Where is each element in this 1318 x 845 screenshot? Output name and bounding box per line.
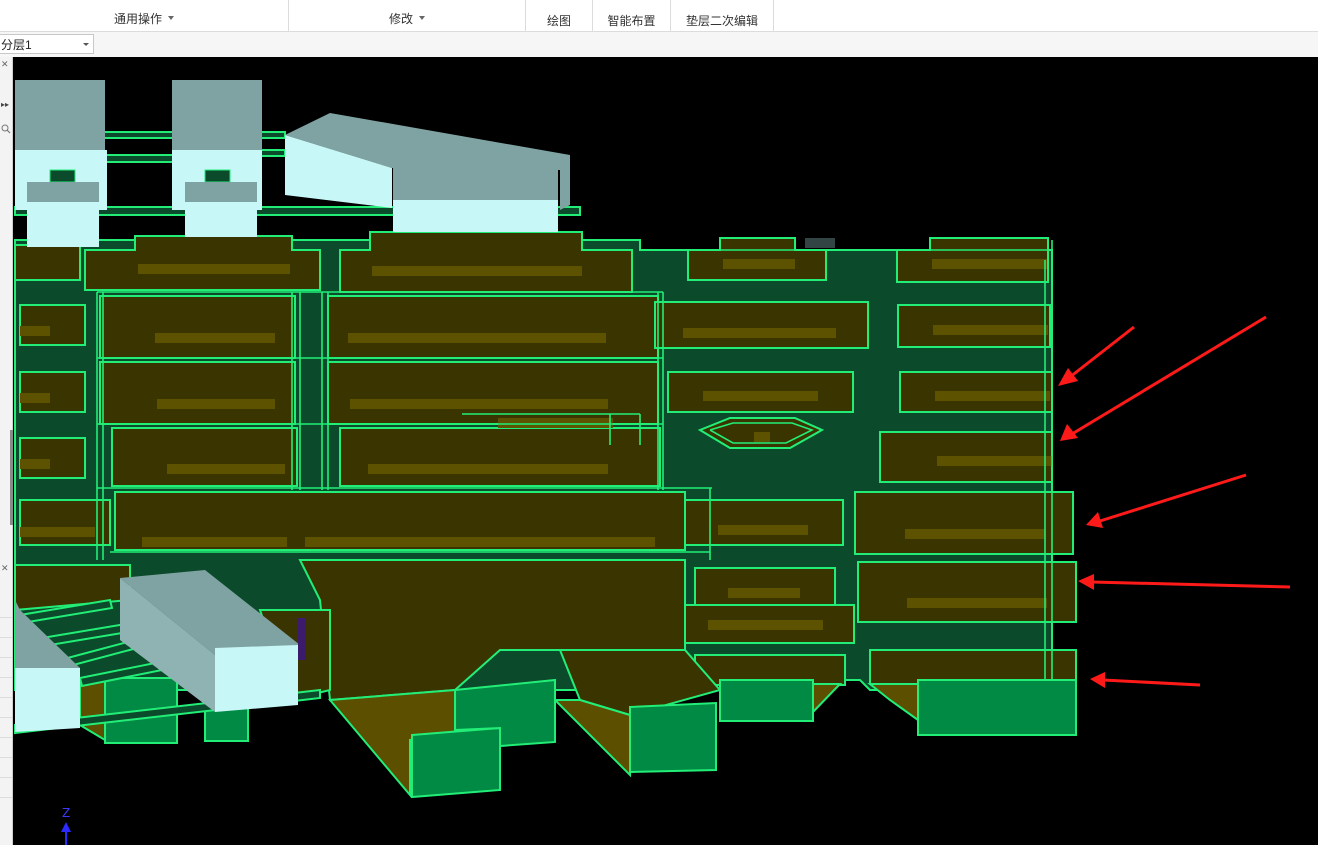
- divider: [0, 617, 12, 618]
- divider: [0, 657, 12, 658]
- ribbon-group-label: 修改: [388, 12, 413, 26]
- layer-select[interactable]: 分层1: [0, 34, 94, 54]
- chevron-down-icon: [83, 43, 89, 46]
- search-icon[interactable]: [0, 123, 12, 135]
- ribbon-group-label: 通用操作: [113, 12, 162, 26]
- close-icon[interactable]: ✕: [1, 60, 9, 69]
- model-canvas: [14, 80, 1291, 845]
- tab-label: 垫层二次编辑: [685, 14, 758, 28]
- axis-gizmo: [61, 822, 71, 845]
- divider: [0, 697, 12, 698]
- divider: [0, 737, 12, 738]
- close-icon[interactable]: ✕: [1, 564, 9, 573]
- tab-label: 绘图: [546, 14, 571, 28]
- tab-cushion-secondary-edit[interactable]: 垫层二次编辑: [671, 0, 774, 31]
- ribbon-toolbar: 通用操作 修改 绘图 智能布置 垫层二次编辑: [0, 0, 1318, 32]
- divider: [0, 797, 12, 798]
- tab-draw[interactable]: 绘图: [526, 0, 593, 31]
- layer-bar: 分层1: [0, 32, 1318, 58]
- ribbon-group-modify[interactable]: 修改: [289, 0, 526, 31]
- layer-select-value: 分层1: [1, 37, 32, 52]
- divider: [0, 637, 12, 638]
- tab-smart-layout[interactable]: 智能布置: [593, 0, 671, 31]
- divider: [0, 777, 12, 778]
- more-icon[interactable]: ▸▸: [1, 101, 9, 109]
- tab-label: 智能布置: [607, 14, 656, 28]
- divider: [0, 757, 12, 758]
- chevron-down-icon: [168, 16, 174, 20]
- divider: [0, 677, 12, 678]
- divider: [0, 717, 12, 718]
- ribbon-group-general-ops[interactable]: 通用操作: [0, 0, 289, 31]
- 3d-viewport[interactable]: Z: [13, 57, 1318, 845]
- annotation-arrows: [1058, 315, 1291, 688]
- z-axis-label: Z: [62, 806, 71, 820]
- left-panel-collapsed: ✕ ▸▸ ✕: [0, 57, 13, 845]
- chevron-down-icon: [419, 16, 425, 20]
